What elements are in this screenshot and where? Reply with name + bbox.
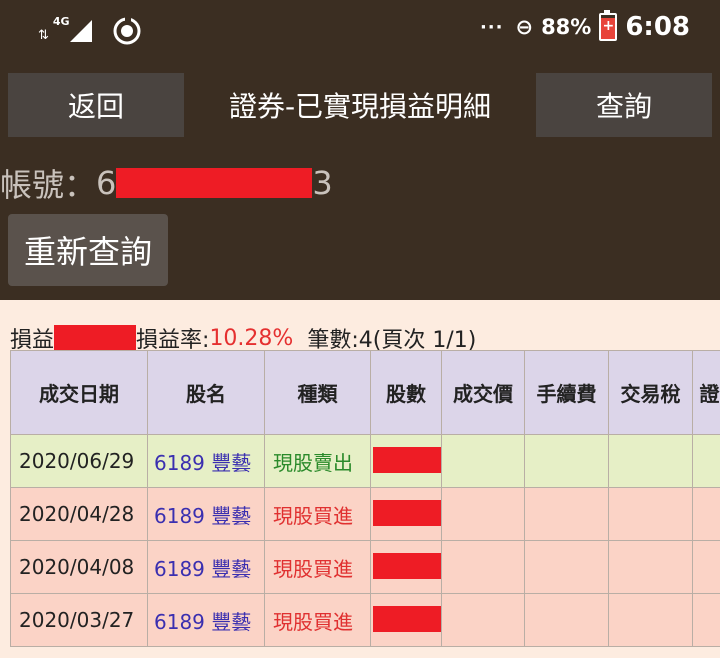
cell-more bbox=[692, 593, 720, 647]
cell-shares bbox=[370, 487, 442, 541]
cell-more bbox=[692, 487, 720, 541]
cell-kind: 現股賣出 bbox=[264, 434, 371, 488]
col-header-stock[interactable]: 股名 bbox=[147, 350, 265, 435]
cell-fee bbox=[524, 593, 609, 647]
cell-stock[interactable]: 6189 豐藝 bbox=[147, 487, 265, 541]
sync-icon bbox=[113, 16, 141, 45]
cell-kind: 現股買進 bbox=[264, 487, 371, 541]
cell-tax bbox=[608, 540, 693, 594]
row-redaction bbox=[373, 553, 441, 579]
cell-date: 2020/03/27 bbox=[10, 593, 148, 647]
cell-stock[interactable]: 6189 豐藝 bbox=[147, 540, 265, 594]
battery-percent: 88% bbox=[541, 15, 592, 39]
status-left: ⇅ 4G bbox=[38, 15, 142, 46]
col-header-shares[interactable]: 股數 bbox=[370, 350, 442, 435]
results-panel: 損益 損益率: 10.28% 筆數:4(頁次 1/1) 成交日期 股名 種類 股… bbox=[0, 300, 720, 658]
row-redaction bbox=[373, 606, 441, 632]
cell-price bbox=[441, 593, 525, 647]
network-type: 4G bbox=[52, 15, 70, 28]
cell-date: 2020/06/29 bbox=[10, 434, 148, 488]
clock: 6:08 bbox=[625, 12, 690, 42]
account-number-suffix: 3 bbox=[312, 164, 333, 202]
cell-tax bbox=[608, 434, 693, 488]
cell-shares bbox=[370, 434, 442, 488]
cell-kind: 現股買進 bbox=[264, 540, 371, 594]
status-right: ··· ⊖ 88% + 6:08 bbox=[479, 10, 690, 42]
row-redaction bbox=[373, 447, 441, 473]
cell-more bbox=[692, 540, 720, 594]
status-bar: ⇅ 4G ··· ⊖ 88% + 6:08 bbox=[0, 0, 720, 62]
cell-kind: 現股買進 bbox=[264, 593, 371, 647]
cell-tax bbox=[608, 593, 693, 647]
col-header-tax[interactable]: 交易稅 bbox=[608, 350, 693, 435]
rate-value: 10.28% bbox=[209, 325, 294, 351]
cell-stock[interactable]: 6189 豐藝 bbox=[147, 434, 265, 488]
account-redaction bbox=[116, 168, 313, 198]
cell-price bbox=[441, 487, 525, 541]
page-title: 證券-已實現損益明細 bbox=[228, 90, 492, 123]
cell-shares bbox=[370, 593, 442, 647]
col-header-kind[interactable]: 種類 bbox=[264, 350, 371, 435]
cell-date: 2020/04/08 bbox=[10, 540, 148, 594]
table-row[interactable]: 2020/04/08 6189 豐藝 現股買進 bbox=[10, 540, 720, 594]
table-header-row: 成交日期 股名 種類 股數 成交價 手續費 交易稅 證 bbox=[10, 350, 720, 435]
pnl-table: 成交日期 股名 種類 股數 成交價 手續費 交易稅 證 2020/06/29 6… bbox=[10, 350, 720, 647]
cell-fee bbox=[524, 540, 609, 594]
cell-more bbox=[692, 434, 720, 488]
cell-tax bbox=[608, 487, 693, 541]
battery-icon: + bbox=[599, 10, 618, 41]
cell-shares bbox=[370, 540, 442, 594]
do-not-disturb-icon: ⊖ bbox=[515, 15, 534, 39]
col-header-fee[interactable]: 手續費 bbox=[524, 350, 609, 435]
table-row[interactable]: 2020/06/29 6189 豐藝 現股賣出 bbox=[10, 434, 720, 488]
requery-button[interactable]: 重新查詢 bbox=[8, 214, 168, 286]
cell-price bbox=[441, 434, 525, 488]
col-header-more[interactable]: 證 bbox=[692, 350, 720, 435]
cell-price bbox=[441, 540, 525, 594]
pnl-redaction bbox=[54, 325, 137, 351]
col-header-price[interactable]: 成交價 bbox=[441, 350, 525, 435]
account-label: 帳號： bbox=[0, 166, 97, 204]
network-signal-icon: ⇅ 4G bbox=[38, 15, 92, 42]
col-header-date[interactable]: 成交日期 bbox=[10, 350, 148, 435]
cell-date: 2020/04/28 bbox=[10, 487, 148, 541]
cell-stock[interactable]: 6189 豐藝 bbox=[147, 593, 265, 647]
back-button[interactable]: 返回 bbox=[8, 73, 184, 137]
cell-fee bbox=[524, 434, 609, 488]
more-icon: ··· bbox=[479, 16, 504, 38]
query-button[interactable]: 查詢 bbox=[536, 73, 712, 137]
row-redaction bbox=[373, 500, 441, 526]
cell-fee bbox=[524, 487, 609, 541]
table-row[interactable]: 2020/03/27 6189 豐藝 現股買進 bbox=[10, 593, 720, 647]
account-row: 帳號： 6 3 bbox=[0, 160, 333, 206]
account-number-prefix: 6 bbox=[96, 164, 117, 202]
table-row[interactable]: 2020/04/28 6189 豐藝 現股買進 bbox=[10, 487, 720, 541]
